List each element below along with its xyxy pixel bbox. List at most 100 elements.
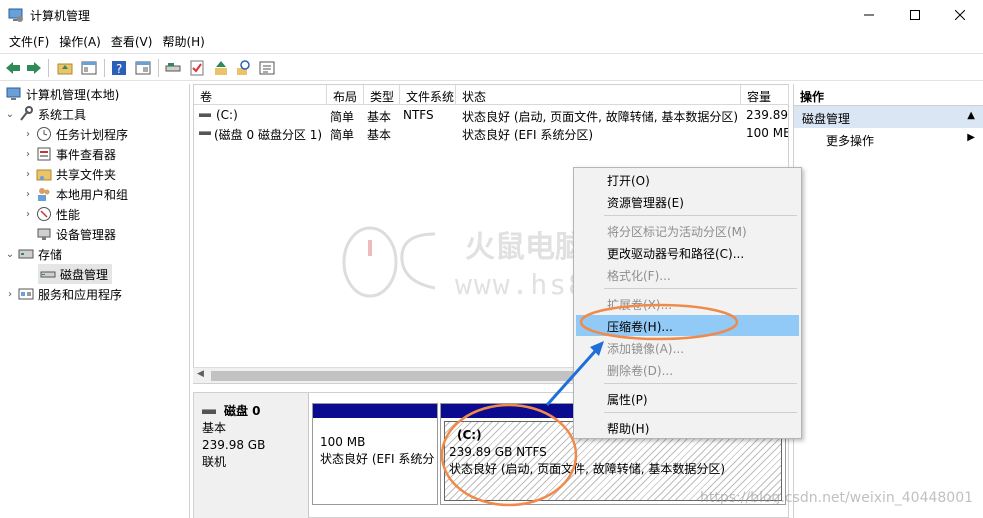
chevron-right-icon[interactable]: ›: [4, 289, 16, 300]
menu-bar: 文件(F) 操作(A) 查看(V) 帮助(H): [0, 30, 983, 52]
actions-section-label: 磁盘管理: [802, 112, 851, 126]
disk-icon: [40, 266, 56, 282]
up-folder-button[interactable]: [56, 59, 74, 77]
window-title: 计算机管理: [30, 9, 91, 23]
tree-item-task-scheduler[interactable]: › 任务计划程序: [22, 124, 128, 144]
menu-action[interactable]: 操作(A): [54, 30, 106, 52]
minimize-button[interactable]: [846, 0, 892, 30]
column-header-filesystem[interactable]: 文件系统: [400, 85, 456, 105]
menu-item-explorer[interactable]: 资源管理器(E): [576, 191, 799, 212]
properties-button[interactable]: [134, 59, 152, 77]
tree-label: 设备管理器: [56, 227, 117, 242]
tree-label: 性能: [56, 207, 81, 222]
show-tree-button[interactable]: [80, 59, 98, 77]
table-row[interactable]: (磁盘 0 磁盘分区 1) 简单 基本 状态良好 (EFI 系统分区) 100 …: [194, 125, 788, 143]
tools-icon: [18, 106, 34, 122]
help-icon: ?: [112, 61, 126, 76]
tree-label: 本地用户和组: [56, 187, 129, 202]
menu-item-open[interactable]: 打开(O): [576, 169, 799, 190]
cell-volume: (C:): [216, 108, 238, 122]
tree-item-event-viewer[interactable]: › 事件查看器: [22, 144, 116, 164]
tree-item-shared-folders[interactable]: › 共享文件夹: [22, 164, 116, 184]
event-log-icon: [36, 146, 52, 162]
menu-file[interactable]: 文件(F): [4, 30, 54, 52]
tree-item-system-tools[interactable]: ⌄ 系统工具: [4, 104, 86, 124]
tree-item-device-manager[interactable]: 设备管理器: [34, 224, 116, 244]
chevron-down-icon[interactable]: ⌄: [4, 249, 16, 260]
column-header-status[interactable]: 状态: [456, 85, 741, 105]
menu-item-add-mirror: 添加镜像(A)...: [607, 342, 685, 356]
back-button[interactable]: [4, 59, 22, 77]
cell-filesystem: NTFS: [403, 108, 434, 122]
maximize-icon: [910, 10, 920, 20]
tree-label: 服务和应用程序: [38, 287, 123, 302]
cell-status: 状态良好 (启动, 页面文件, 故障转储, 基本数据分区): [462, 110, 739, 124]
maximize-button[interactable]: [892, 0, 938, 30]
forward-arrow-icon: [27, 62, 41, 74]
disk-status: 联机: [202, 455, 227, 469]
tree-item-performance[interactable]: › 性能: [22, 204, 80, 224]
tree-label: 事件查看器: [56, 147, 117, 162]
partition-efi[interactable]: 100 MB 状态良好 (EFI 系统分区: [312, 403, 438, 505]
watermark-url: https://blog.csdn.net/weixin_40448001: [700, 490, 974, 506]
tree-item-local-users[interactable]: › 本地用户和组: [22, 184, 128, 204]
tree-label: 存储: [38, 247, 63, 262]
check-button[interactable]: [188, 59, 206, 77]
cell-layout: 简单: [330, 128, 355, 142]
actions-section-disk-management[interactable]: 磁盘管理 ▲: [794, 106, 983, 128]
table-row[interactable]: (C:) 简单 基本 NTFS 状态良好 (启动, 页面文件, 故障转储, 基本…: [194, 107, 788, 125]
more-actions-item[interactable]: 更多操作 ▶: [794, 128, 983, 150]
column-header-layout[interactable]: 布局: [327, 85, 364, 105]
chevron-right-icon[interactable]: ›: [22, 149, 34, 160]
partition-body: 100 MB 状态良好 (EFI 系统分区: [316, 421, 434, 501]
tree-item-storage[interactable]: ⌄ 存储: [4, 244, 62, 264]
svg-text:?: ?: [116, 62, 122, 76]
context-menu: 打开(O) 资源管理器(E) 将分区标记为活动分区(M) 更改驱动器号和路径(C…: [573, 167, 802, 439]
scroll-left-icon[interactable]: ◀: [197, 369, 204, 379]
menu-item-help[interactable]: 帮助(H): [576, 417, 799, 438]
disk-info[interactable]: 磁盘 0 基本 239.98 GB 联机: [194, 393, 309, 518]
menu-view[interactable]: 查看(V): [106, 30, 158, 52]
up-button[interactable]: [212, 59, 230, 77]
storage-icon: [18, 246, 34, 262]
menu-item-change-letter[interactable]: 更改驱动器号和路径(C)...: [576, 242, 799, 263]
help-button[interactable]: ?: [110, 59, 128, 77]
connect-button[interactable]: [164, 59, 182, 77]
forward-button[interactable]: [25, 59, 43, 77]
tree-label: 共享文件夹: [56, 167, 117, 182]
search-button[interactable]: [234, 59, 252, 77]
column-header-volume[interactable]: 卷: [194, 85, 327, 105]
disk-name: 磁盘 0: [224, 404, 261, 418]
tree-item-root[interactable]: 计算机管理(本地): [4, 84, 119, 104]
clock-icon: [36, 126, 52, 142]
collapse-up-icon[interactable]: ▲: [967, 110, 975, 121]
menu-item-properties[interactable]: 属性(P): [576, 388, 799, 409]
close-button[interactable]: [937, 0, 983, 30]
console-tree: 计算机管理(本地) ⌄ 系统工具 › 任务计划程序 › 事件查看器 › 共享文件…: [0, 84, 190, 518]
chevron-right-icon[interactable]: ›: [22, 189, 34, 200]
column-header-type[interactable]: 类型: [364, 85, 400, 105]
services-icon: [18, 286, 34, 302]
menu-help[interactable]: 帮助(H): [157, 30, 209, 52]
partition-size: 100 MB: [320, 435, 366, 449]
menu-item-shrink[interactable]: 压缩卷(H)...: [576, 315, 799, 336]
chevron-right-icon[interactable]: ›: [22, 209, 34, 220]
chevron-right-icon[interactable]: ›: [22, 169, 34, 180]
performance-icon: [36, 206, 52, 222]
disk-type: 基本: [202, 421, 227, 435]
properties-icon: [135, 61, 151, 75]
menu-item-extend: 扩展卷(X)...: [607, 298, 673, 312]
tree-item-disk-management[interactable]: 磁盘管理: [38, 264, 113, 284]
disk-size: 239.98 GB: [202, 438, 266, 452]
volume-drive-icon: [199, 113, 211, 117]
tree-item-services[interactable]: › 服务和应用程序: [4, 284, 122, 304]
settings-button[interactable]: [258, 59, 276, 77]
menu-item-mark-active: 将分区标记为活动分区(M): [607, 225, 747, 239]
chevron-right-icon[interactable]: ›: [22, 129, 34, 140]
cell-capacity: 239.89: [746, 108, 788, 122]
column-header-capacity[interactable]: 容量: [741, 85, 789, 105]
drive-icon: [165, 63, 181, 72]
chevron-down-icon[interactable]: ⌄: [4, 109, 16, 120]
settings-list-icon: [259, 61, 275, 75]
more-actions-label: 更多操作: [826, 134, 875, 148]
